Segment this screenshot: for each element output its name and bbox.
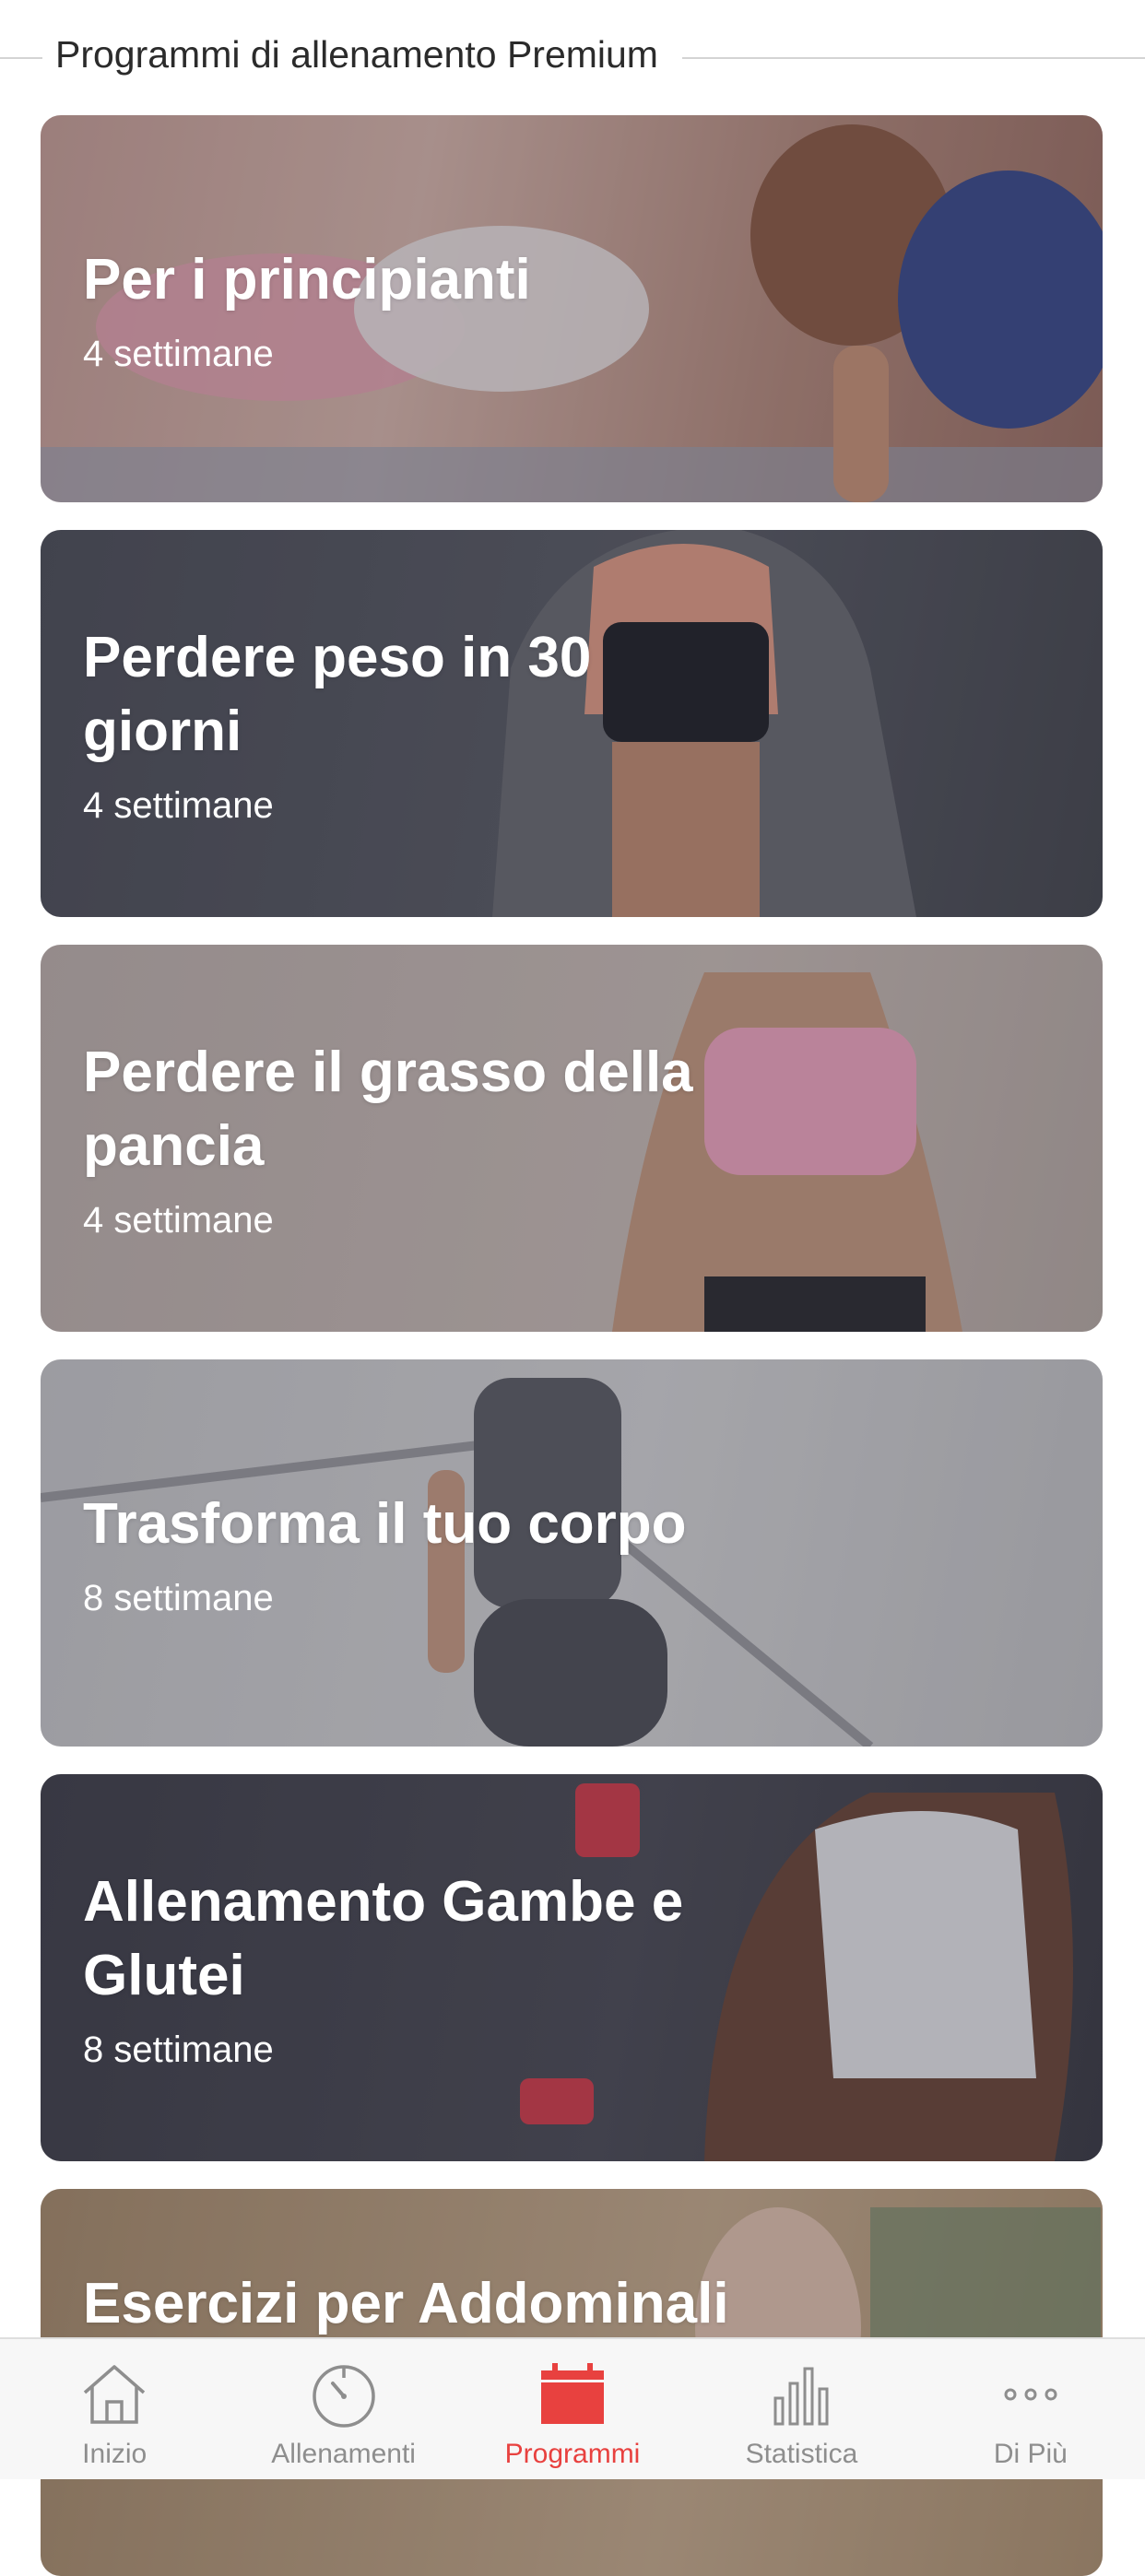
- program-card-lose-weight[interactable]: Perdere peso in 30 giorni 4 settimane: [41, 530, 1103, 917]
- program-title: Trasforma il tuo corpo: [83, 1491, 687, 1556]
- card-text: Perdere peso in 30 giorni 4 settimane: [83, 530, 752, 917]
- program-duration: 4 settimane: [83, 333, 274, 374]
- tab-inizio[interactable]: Inizio: [0, 2339, 229, 2479]
- home-icon: [84, 2365, 146, 2424]
- program-duration: 8 settimane: [83, 1577, 274, 1618]
- stopwatch-icon: [312, 2365, 375, 2428]
- tab-label: Statistica: [745, 2439, 858, 2469]
- more-icon: [1004, 2388, 1057, 2401]
- bottom-tab-bar: Inizio Allenamenti Programmi Statistica: [0, 2337, 1145, 2479]
- tab-label: Allenamenti: [271, 2439, 416, 2469]
- program-card-transform-body[interactable]: Trasforma il tuo corpo 8 settimane: [41, 1359, 1103, 1747]
- bar-chart-icon: [773, 2367, 829, 2426]
- card-text: Trasforma il tuo corpo 8 settimane: [83, 1359, 752, 1747]
- program-title: Allenamento Gambe e Glutei: [83, 1869, 684, 2007]
- tab-label: Programmi: [504, 2439, 641, 2469]
- program-duration: 8 settimane: [83, 2029, 274, 2070]
- tab-programmi[interactable]: Programmi: [458, 2339, 687, 2479]
- section-title: Programmi di allenamento Premium: [55, 33, 658, 76]
- program-duration: 4 settimane: [83, 1199, 274, 1241]
- calendar-icon: [541, 2363, 605, 2424]
- program-card-belly-fat[interactable]: Perdere il grasso della pancia 4 settima…: [41, 945, 1103, 1332]
- card-text: Allenamento Gambe e Glutei 8 settimane: [83, 1774, 752, 2161]
- program-duration: 4 settimane: [83, 784, 274, 826]
- card-text: Perdere il grasso della pancia 4 settima…: [83, 945, 752, 1332]
- tab-statistica[interactable]: Statistica: [687, 2339, 915, 2479]
- program-card-legs-glutes[interactable]: Allenamento Gambe e Glutei 8 settimane: [41, 1774, 1103, 2161]
- program-title: Perdere peso in 30 giorni: [83, 625, 592, 763]
- program-title: Esercizi per Addominali: [83, 2272, 729, 2335]
- section-header: Programmi di allenamento Premium: [0, 28, 1145, 83]
- card-text: Per i principianti 4 settimane: [83, 115, 752, 502]
- divider: [682, 57, 1145, 59]
- tab-allenamenti[interactable]: Allenamenti: [229, 2339, 457, 2479]
- tab-label: Inizio: [82, 2439, 148, 2469]
- program-card-beginners[interactable]: Per i principianti 4 settimane: [41, 115, 1103, 502]
- tab-label: Di Più: [993, 2439, 1068, 2469]
- program-title: Perdere il grasso della pancia: [83, 1040, 693, 1178]
- tab-di-piu[interactable]: Di Più: [916, 2339, 1145, 2479]
- program-title: Per i principianti: [83, 247, 531, 312]
- divider: [0, 57, 42, 59]
